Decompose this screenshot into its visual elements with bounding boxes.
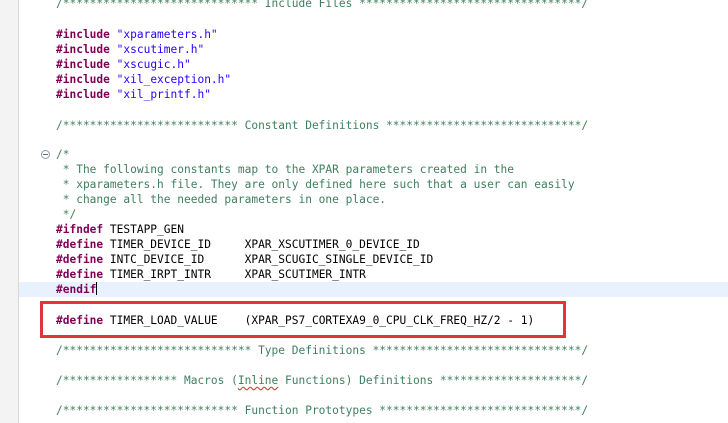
code-line: #define INTC_DEVICE_ID XPAR_SCUGIC_SINGL…	[56, 252, 433, 267]
include-file: "xparameters.h"	[116, 28, 218, 41]
code-line: #include "xscutimer.h"	[56, 42, 204, 57]
code-line: #include "xil_exception.h"	[56, 72, 231, 87]
preprocessor-keyword: #define	[56, 238, 104, 251]
code-editor[interactable]: /***************************** Include F…	[0, 0, 728, 423]
code-line: /***************************** Include F…	[56, 0, 589, 10]
preprocessor-keyword: #include	[56, 58, 110, 71]
preprocessor-keyword: #include	[56, 88, 110, 101]
vertical-scrollbar[interactable]	[722, 0, 728, 423]
include-file: "xil_exception.h"	[116, 73, 232, 86]
code-text: TIMER_DEVICE_ID XPAR_XSCUTIMER_0_DEVICE_…	[103, 238, 420, 251]
code-line: * The following constants map to the XPA…	[56, 163, 515, 176]
code-line: /***************** Macros (Inline Functi…	[56, 373, 588, 388]
code-line: /*	[56, 148, 70, 161]
code-text: /***************** Macros (	[56, 374, 238, 387]
code-line: */	[56, 208, 77, 221]
include-file: "xil_printf.h"	[116, 88, 211, 101]
code-line: #ifndef TESTAPP_GEN	[56, 222, 184, 237]
code-line: /************************** Constant Def…	[56, 119, 589, 132]
code-line: * change all the needed parameters in on…	[56, 193, 387, 206]
text-caret	[96, 282, 98, 295]
code-line: #include "xparameters.h"	[56, 27, 218, 42]
code-line: #define TIMER_DEVICE_ID XPAR_XSCUTIMER_0…	[56, 237, 420, 252]
spellcheck-word: Inline	[237, 374, 279, 387]
code-line: #endif	[56, 282, 98, 297]
code-line: #include "xil_printf.h"	[56, 87, 211, 102]
preprocessor-keyword: #ifndef	[56, 223, 104, 236]
code-text: TIMER_IRPT_INTR XPAR_SCUTIMER_INTR	[103, 268, 366, 281]
include-file: "xscutimer.h"	[116, 43, 205, 56]
code-line: #define TIMER_IRPT_INTR XPAR_SCUTIMER_IN…	[56, 267, 366, 282]
code-line: #include "xscugic.h"	[56, 57, 191, 72]
code-line: * xparameters.h file. They are only defi…	[56, 178, 575, 191]
code-text: Functions) Definitions *****************…	[278, 374, 589, 387]
code-text: INTC_DEVICE_ID XPAR_SCUGIC_SINGLE_DEVICE…	[103, 253, 434, 266]
current-line-highlight	[19, 282, 728, 297]
code-line: /**************************** Type Defin…	[56, 344, 589, 357]
preprocessor-keyword: #include	[56, 73, 110, 86]
preprocessor-keyword: #endif	[56, 283, 97, 296]
include-file: "xscugic.h"	[116, 58, 191, 71]
preprocessor-keyword: #include	[56, 43, 110, 56]
preprocessor-keyword: #define	[56, 268, 104, 281]
code-text: TESTAPP_GEN	[103, 223, 184, 236]
highlight-annotation-box	[40, 301, 566, 338]
preprocessor-keyword: #include	[56, 28, 110, 41]
preprocessor-keyword: #define	[56, 253, 104, 266]
code-line: /************************** Function Pro…	[56, 404, 589, 417]
